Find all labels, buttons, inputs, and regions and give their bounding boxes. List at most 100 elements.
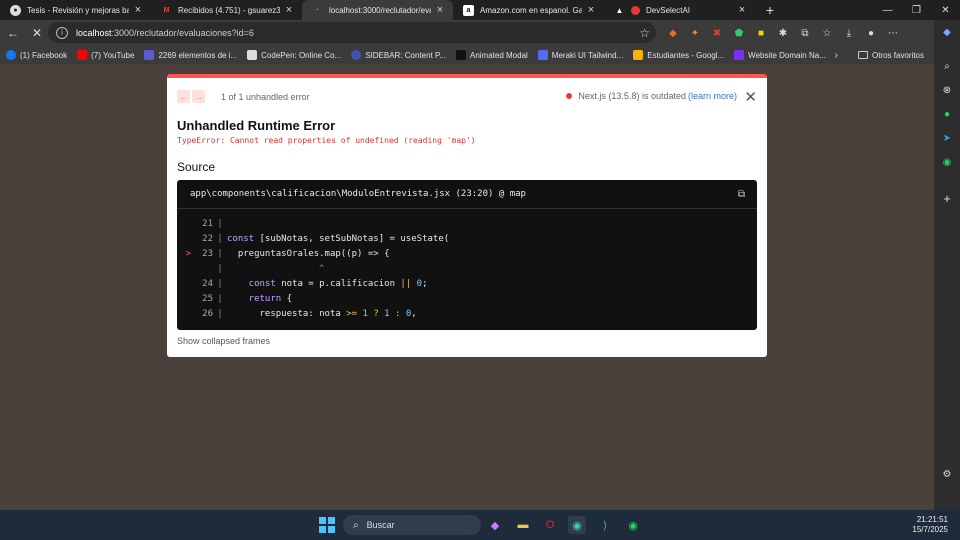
close-tab-icon[interactable]: × [284,4,294,16]
copilot-icon[interactable]: ◆ [939,24,955,40]
tab-gmail[interactable]: M Recibidos (4.751) - gsuarez3@ur × [151,0,302,20]
close-icon[interactable]: ✕ [744,88,757,106]
whatsapp-icon[interactable]: ◉ [939,154,955,170]
file-explorer-icon[interactable]: ▬ [514,516,532,534]
bookmark-facebook[interactable]: (1) Facebook [6,50,67,60]
bookmarks-bar: (1) Facebook (7) YouTube 2269 elementos … [0,46,934,64]
tab-localhost[interactable]: · localhost:3000/reclutador/evalua × [302,0,453,20]
bookmark-animated-modal[interactable]: Animated Modal [455,50,528,60]
code-token: || [400,279,412,289]
close-tab-icon[interactable]: × [435,4,445,16]
close-window-button[interactable]: ✕ [931,0,960,20]
url-path: :3000/reclutador/evaluaciones?id=6 [111,27,254,38]
line-number: 21 [202,219,213,229]
code-token: , [411,309,417,319]
bookmark-label: Website Domain Na... [748,50,826,60]
error-overlay-dialog: ← → 1 of 1 unhandled error Next.js (13.5… [167,74,767,357]
code-token: [subNotas, setSubNotas] = useState( [254,234,450,244]
opera-icon[interactable]: O [541,516,559,534]
error-message: TypeError: Cannot read properties of und… [177,136,476,145]
code-token: const [227,234,255,244]
line-number: 26 [202,309,213,319]
learn-more-link[interactable]: (learn more) [688,91,737,101]
bookmark-label: Meraki UI Tailwind... [551,50,624,60]
stop-button[interactable]: ✕ [26,22,48,44]
shield-extension-icon[interactable]: ⬟ [728,28,750,39]
minimize-button[interactable]: — [873,0,902,20]
bookmark-meraki[interactable]: Meraki UI Tailwind... [537,50,624,60]
url-host: localhost [76,27,112,38]
profile-avatar[interactable]: ● [860,28,882,39]
bookmark-sidebar[interactable]: SIDEBAR: Content P... [351,50,446,60]
folder-icon [857,51,868,59]
bookmark-estudiantes[interactable]: Estudiantes - Googl... [633,50,724,60]
version-text: Next.js (13.5.8) is outdated [578,91,686,101]
edge-browser-icon[interactable]: ◉ [568,516,586,534]
open-in-editor-icon[interactable]: ⧉ [738,189,745,200]
maximize-button[interactable]: ❐ [902,0,931,20]
telegram-icon[interactable]: ➤ [939,130,955,146]
tab-title: Amazon.com en espanol. Gasta m [480,5,582,15]
file-reference[interactable]: app\components\calificacion\ModuloEntrev… [190,189,526,199]
devselect-icon: ▲ [615,5,624,15]
search-icon[interactable]: ⌕ [939,58,955,74]
uiverse-icon [144,50,155,60]
tab-devselect[interactable]: ▲ DevSelectAI × [604,0,755,20]
bookmark-elementos[interactable]: 2269 elementos de i... [144,50,237,60]
code-token: 0 [400,309,412,319]
favorites-icon[interactable]: ☆ [816,28,838,39]
tab-title: localhost:3000/reclutador/evalua [329,5,431,15]
bookmark-codepen[interactable]: CodePen: Online Co... [247,50,341,60]
code-token: 0 [411,279,423,289]
windows-start-icon[interactable] [319,517,335,533]
chevron-right-icon[interactable]: › [835,50,838,61]
tab-tesis[interactable]: ● Tesis - Revisión y mejoras backend × [0,0,151,20]
close-tab-icon[interactable]: × [737,4,747,16]
tab-amazon[interactable]: a Amazon.com en espanol. Gasta m × [453,0,604,20]
code-token: 1 [357,309,368,319]
status-dot [566,93,573,99]
sidebar-site-icon [351,50,362,60]
new-tab-button[interactable]: + [759,0,781,20]
close-tab-icon[interactable]: × [133,4,143,16]
navigation-bar: ← ✕ i localhost:3000/reclutador/evaluaci… [0,20,934,46]
yellow-extension-icon[interactable]: ■ [750,28,772,39]
info-icon[interactable]: i [56,26,68,39]
code-line: 21 | [177,217,757,232]
shopping-icon[interactable]: ⊗ [939,82,955,98]
error-line-marker: > [185,249,191,259]
taskbar-search[interactable]: ⌕ Buscar [343,515,481,535]
address-bar[interactable]: i localhost:3000/reclutador/evaluaciones… [48,22,656,43]
bookmark-youtube[interactable]: (7) YouTube [77,50,134,60]
tab-title: Tesis - Revisión y mejoras backend [27,5,129,15]
copilot-app-icon[interactable]: ◆ [486,516,504,534]
red-extension-icon[interactable]: ✖ [706,28,728,39]
more-menu-icon[interactable]: ⋯ [882,28,904,39]
split-screen-icon[interactable]: ⧉ [794,28,816,39]
settings-gear-icon[interactable]: ⚙ [939,466,955,482]
vscode-icon[interactable]: ⟩ [596,516,614,534]
brave-extension-icon[interactable]: ◆ [662,28,684,39]
bookmark-website-domain[interactable]: Website Domain Na... [734,50,826,60]
bookmark-label: (7) YouTube [91,50,135,60]
metamask-extension-icon[interactable]: ✦ [684,28,706,39]
gmail-icon: M [163,6,170,14]
back-button[interactable]: ← [2,22,24,44]
extensions-icon[interactable]: ✱ [772,28,794,39]
loading-icon: · [316,6,319,14]
code-frame-header[interactable]: app\components\calificacion\ModuloEntrev… [177,180,757,209]
close-tab-icon[interactable]: × [586,4,596,16]
whatsapp-app-icon[interactable]: ◉ [624,516,642,534]
spotify-icon[interactable]: ● [939,106,955,122]
system-clock[interactable]: 21:21:51 15/7/2025 [912,515,948,535]
url-text[interactable]: localhost:3000/reclutador/evaluaciones?i… [76,28,254,38]
code-token: 1 [378,309,390,319]
previous-error-button[interactable]: ← [177,90,190,103]
code-token: >= [346,309,358,319]
add-app-icon[interactable]: + [939,190,955,206]
show-collapsed-frames-button[interactable]: Show collapsed frames [177,336,270,346]
next-error-button[interactable]: → [192,90,205,103]
favorite-star-icon[interactable]: ☆ [639,26,650,40]
downloads-icon[interactable]: ⤓ [838,28,860,39]
other-bookmarks[interactable]: Otros favoritos [857,51,924,60]
